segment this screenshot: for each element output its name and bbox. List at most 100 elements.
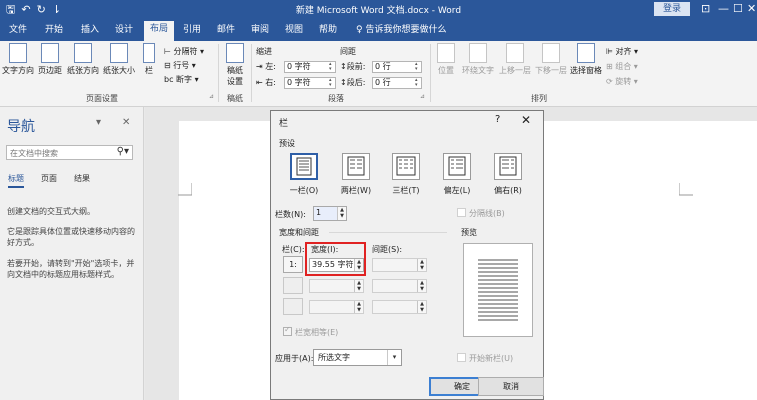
restore-icon[interactable]: ☐ <box>733 1 743 17</box>
preset-one-column[interactable] <box>290 153 318 180</box>
tab-review[interactable]: 审阅 <box>248 23 272 41</box>
spacing-header: 间距(S): <box>372 245 403 254</box>
preset-two-columns-label[interactable]: 两栏(W) <box>331 185 381 196</box>
column-3-spacing-spinner[interactable]: ▲ ▼ <box>417 301 426 313</box>
start-new-column-checkbox[interactable] <box>457 353 466 362</box>
column-1-spacing-spinner[interactable]: ▲ ▼ <box>417 259 426 271</box>
selection-pane-button[interactable]: 选择窗格 <box>569 43 603 76</box>
paragraph-launcher-icon[interactable]: ⊿ <box>420 93 425 100</box>
spacing-after-input[interactable]: 0 行 <box>372 77 422 89</box>
indent-right-icon: ⇤ <box>256 78 263 87</box>
cancel-button[interactable]: 取消 <box>478 377 544 396</box>
column-3-width-spinner[interactable]: ▲ ▼ <box>354 301 363 313</box>
tab-references[interactable]: 引用 <box>180 23 204 41</box>
wrap-text-icon <box>469 43 487 63</box>
nav-tab-pages[interactable]: 页面 <box>41 173 57 184</box>
indent-left-input[interactable]: 0 字符 <box>284 61 336 73</box>
paragraph-group-label: 段落 <box>328 94 344 103</box>
tab-home[interactable]: 开始 <box>42 23 66 41</box>
margins-button[interactable]: 页边距 <box>36 43 64 76</box>
tab-file[interactable]: 文件 <box>6 23 30 41</box>
line-between-checkbox[interactable] <box>457 208 466 217</box>
equal-width-label: 栏宽相等(E) <box>295 328 339 337</box>
preset-right-label[interactable]: 偏右(R) <box>483 185 533 196</box>
preset-left[interactable] <box>443 153 471 180</box>
size-button[interactable]: 纸张大小 <box>102 43 136 76</box>
send-backward-icon <box>542 43 560 63</box>
group-objects-label: 组合 <box>615 62 632 71</box>
group-objects-button[interactable]: ⊞ 组合 ▾ <box>606 61 638 72</box>
apply-to-select[interactable]: 所选文字 ▾ <box>313 349 402 366</box>
apply-to-label: 应用于(A): <box>275 354 314 363</box>
wrap-text-label: 环绕文字 <box>462 66 494 75</box>
bring-forward-button[interactable]: 上移一层 <box>497 43 533 76</box>
chevron-down-icon[interactable]: ▾ <box>96 117 101 128</box>
orientation-button[interactable]: 纸张方向 <box>66 43 100 76</box>
width-highlight-box <box>305 242 366 276</box>
tab-insert[interactable]: 插入 <box>78 23 102 41</box>
num-columns-label: 栏数(N): <box>275 210 306 219</box>
send-backward-label: 下移一层 <box>535 66 567 75</box>
send-backward-button[interactable]: 下移一层 <box>533 43 569 76</box>
ribbon-display-icon[interactable]: ⊡ <box>701 1 710 17</box>
preview-pane <box>463 243 533 337</box>
preset-right[interactable] <box>494 153 522 180</box>
page-setup-group-label: 页面设置 <box>86 94 118 103</box>
text-direction-button[interactable]: 文字方向 <box>2 43 34 76</box>
nav-tab-results[interactable]: 结果 <box>74 173 90 184</box>
num-columns-spinner[interactable]: ▲ ▼ <box>337 207 346 220</box>
align-button[interactable]: ⊫ 对齐 ▾ <box>606 46 638 57</box>
preset-left-label[interactable]: 偏左(L) <box>432 185 482 196</box>
tab-design[interactable]: 设计 <box>112 23 136 41</box>
spacing-label: 间距 <box>340 47 356 56</box>
column-2-spacing-spinner[interactable]: ▲ ▼ <box>417 280 426 292</box>
tab-view[interactable]: 视图 <box>282 23 306 41</box>
preset-three-columns-label[interactable]: 三栏(T) <box>381 185 431 196</box>
close-icon[interactable]: ✕ <box>122 117 130 128</box>
nav-search-input[interactable]: 在文档中搜索 ⚲▾ <box>6 145 133 160</box>
spacing-before-input[interactable]: 0 行 <box>372 61 422 73</box>
page-setup-launcher-icon[interactable]: ⊿ <box>209 93 214 100</box>
hyphenation-button[interactable]: bc 断字 ▾ <box>164 74 199 85</box>
close-icon[interactable]: ✕ <box>521 113 531 127</box>
chevron-down-icon[interactable]: ▾ <box>387 350 401 365</box>
nav-tab-headings[interactable]: 标题 <box>8 173 24 188</box>
indent-right-input[interactable]: 0 字符 <box>284 77 336 89</box>
help-icon[interactable]: ? <box>495 114 500 125</box>
tab-layout[interactable]: 布局 <box>144 21 174 41</box>
minimize-icon[interactable]: — <box>718 1 729 17</box>
preview-label: 预览 <box>461 228 477 237</box>
position-button[interactable]: 位置 <box>434 43 458 76</box>
line-numbers-button[interactable]: ⊟ 行号 ▾ <box>164 60 196 71</box>
wrap-text-button[interactable]: 环绕文字 <box>460 43 496 76</box>
arrange-group-label: 排列 <box>531 94 547 103</box>
columns-button[interactable]: 栏 <box>140 43 158 76</box>
rotate-button[interactable]: ⟳ 旋转 ▾ <box>606 76 638 87</box>
indent-left-icon: ⇥ <box>256 62 263 71</box>
close-icon[interactable]: ✕ <box>747 1 756 17</box>
tab-mailings[interactable]: 邮件 <box>214 23 238 41</box>
equal-width-checkbox[interactable] <box>283 325 292 336</box>
login-button[interactable]: 登录 <box>654 2 690 16</box>
spacing-after-icon: ↕ <box>340 78 347 87</box>
rotate-icon: ⟳ <box>606 77 613 86</box>
paper-size-icon <box>110 43 128 63</box>
search-icon[interactable]: ⚲▾ <box>117 146 129 157</box>
hyphenation-icon: bc <box>164 75 174 84</box>
selection-pane-icon <box>577 43 595 63</box>
draft-settings-button[interactable]: 稿纸 设置 <box>222 43 248 87</box>
tell-me-box[interactable]: ♀ 告诉我你想要做什么 <box>356 23 448 41</box>
preset-two-columns[interactable] <box>342 153 370 180</box>
preset-three-columns[interactable] <box>392 153 420 180</box>
breaks-button[interactable]: ⊢ 分隔符 ▾ <box>164 46 204 57</box>
preset-one-column-label[interactable]: 一栏(O) <box>279 185 329 196</box>
ribbon-tabs: 文件 开始 插入 设计 布局 引用 邮件 审阅 视图 帮助 ♀ 告诉我你想要做什… <box>0 19 757 41</box>
tab-help[interactable]: 帮助 <box>316 23 340 41</box>
orientation-icon <box>74 43 92 63</box>
draft-line2: 设置 <box>227 77 243 86</box>
spacing-after-label: ↕段后: <box>340 77 365 88</box>
column-2-width-spinner[interactable]: ▲ ▼ <box>354 280 363 292</box>
nav-title: 导航 <box>7 119 35 135</box>
nav-help-text-2: 它是跟踪具体位置或快速移动内容的好方式。 <box>7 227 135 247</box>
group-divider <box>218 44 219 102</box>
